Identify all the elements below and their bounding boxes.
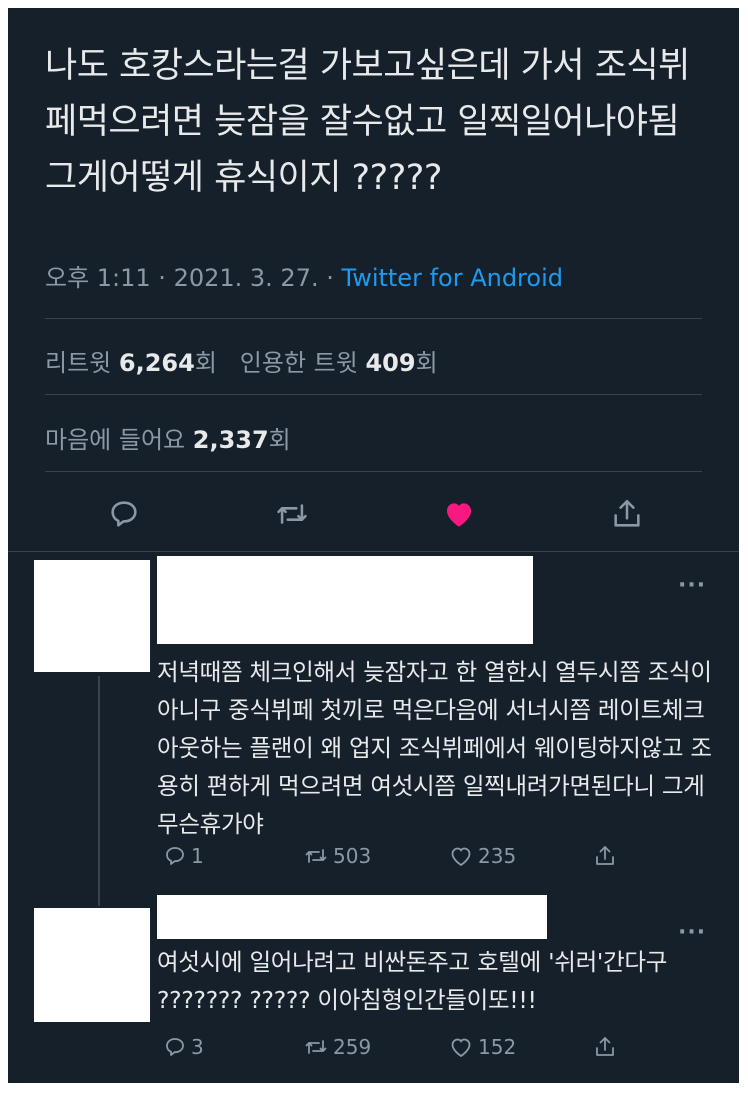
reply-button[interactable] [98, 488, 150, 540]
reply-reply-button[interactable]: 3 [163, 1035, 204, 1059]
heart-outline-icon [451, 1038, 471, 1058]
likes-unit: 회 [268, 426, 291, 454]
retweet-icon [277, 504, 307, 524]
retweets-label: 리트윗 [45, 349, 112, 377]
likes-stats[interactable]: 마음에 들어요 2,337회 [45, 420, 291, 455]
quotes-label: 인용한 트윗 [239, 349, 358, 377]
share-button[interactable] [601, 488, 653, 540]
like-count: 235 [478, 844, 517, 868]
tweet-source-link[interactable]: Twitter for Android [342, 264, 563, 292]
tweet-action-bar [8, 488, 739, 540]
more-options-button[interactable]: ··· [678, 573, 706, 598]
reply-action-bar: 3 259 152 [157, 1035, 637, 1065]
tweet-screenshot: 나도 호캉스라는걸 가보고싶은데 가서 조식뷔페먹으려면 늦잠을 잘수없고 일찍… [8, 8, 739, 1083]
tweet-time: 오후 1:11 · 2021. 3. 27. · [45, 264, 342, 292]
likes-count: 2,337 [192, 426, 269, 454]
reply-like-button[interactable]: 152 [448, 1035, 516, 1059]
reply-count: 1 [191, 844, 204, 868]
retweet-button[interactable] [266, 488, 318, 540]
heart-outline-icon [451, 847, 471, 867]
like-count: 152 [478, 1035, 517, 1059]
like-button[interactable] [433, 488, 485, 540]
avatar-redacted [34, 560, 150, 672]
share-icon [614, 499, 640, 527]
username-redacted [157, 556, 533, 644]
retweet-icon [305, 1040, 327, 1054]
share-icon [596, 1037, 614, 1056]
retweet-icon [305, 849, 327, 863]
share-icon [596, 846, 614, 865]
quotes-unit: 회 [415, 349, 438, 377]
reply-action-bar: 1 503 235 [157, 844, 637, 874]
divider [45, 394, 702, 395]
thread-line [98, 676, 100, 906]
retweet-count: 503 [333, 844, 372, 868]
retweets-count: 6,264 [118, 349, 195, 377]
reply-text: 여섯시에 일어나려고 비싼돈주고 호텔에 '쉬러'간다구 ??????? ???… [157, 948, 668, 1014]
reply-icon [166, 1038, 184, 1056]
reply-text: 저녁때쯤 체크인해서 늦잠자고 한 열한시 열두시쯤 조식이아니구 중식뷔페 첫… [157, 658, 712, 838]
avatar-redacted [34, 908, 150, 1022]
username-redacted [157, 895, 547, 939]
tweet-text: 나도 호캉스라는걸 가보고싶은데 가서 조식뷔페먹으려면 늦잠을 잘수없고 일찍… [45, 46, 690, 198]
reply-icon [166, 847, 184, 865]
tweet-meta: 오후 1:11 · 2021. 3. 27. · Twitter for And… [45, 258, 563, 293]
divider [8, 551, 739, 552]
reply-reply-button[interactable]: 1 [163, 844, 204, 868]
divider [45, 471, 702, 472]
reply-like-button[interactable]: 235 [448, 844, 516, 868]
reply-count: 3 [191, 1035, 204, 1059]
reply-share-button[interactable] [593, 1035, 617, 1059]
reply-icon [111, 501, 137, 527]
heart-icon [446, 503, 472, 527]
more-options-button[interactable]: ··· [678, 920, 706, 945]
retweet-quote-stats[interactable]: 리트윗 6,264회 인용한 트윗 409회 [45, 343, 438, 378]
likes-label: 마음에 들어요 [45, 426, 186, 454]
divider [45, 318, 702, 319]
reply-share-button[interactable] [593, 844, 617, 868]
quotes-count: 409 [365, 349, 416, 377]
reply-retweet-button[interactable]: 259 [303, 1035, 371, 1059]
retweet-count: 259 [333, 1035, 372, 1059]
retweets-unit: 회 [194, 349, 217, 377]
reply-retweet-button[interactable]: 503 [303, 844, 371, 868]
